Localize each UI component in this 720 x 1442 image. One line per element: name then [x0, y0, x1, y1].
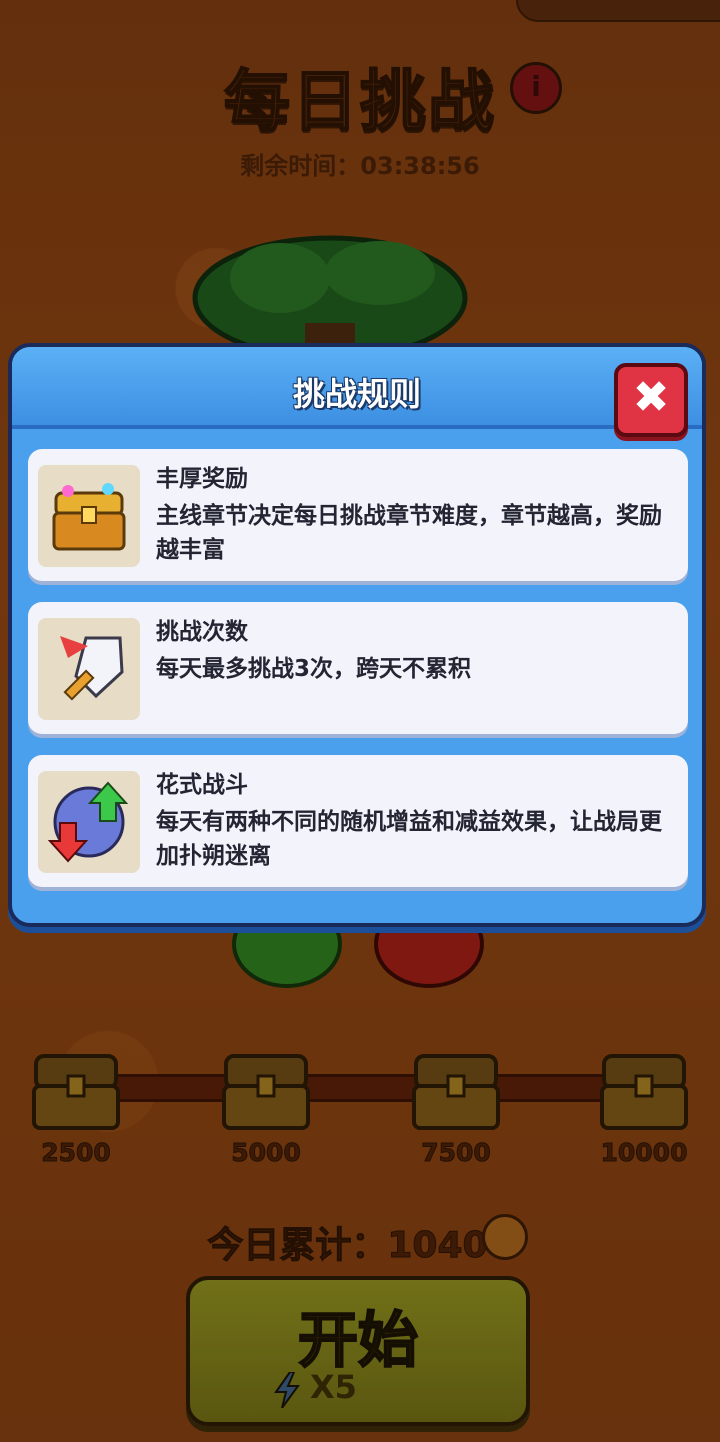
- buff-debuff-icon: [38, 771, 140, 873]
- rule-card-reward: 丰厚奖励 主线章节决定每日挑战章节难度，章节越高，奖励越丰富: [28, 449, 688, 581]
- modal-title: 挑战规则: [292, 375, 421, 413]
- rule-description: 每天有两种不同的随机增益和减益效果，让战局更加扑朔迷离: [156, 809, 662, 869]
- rule-title: 花式战斗: [156, 772, 248, 798]
- rules-modal: 挑战规则 ✖ 丰厚奖励 主线章节决定每日挑战章节难度，章节越高，奖励越丰富 挑战…: [8, 343, 706, 927]
- rule-card-battle: 花式战斗 每天有两种不同的随机增益和减益效果，让战局更加扑朔迷离: [28, 755, 688, 887]
- close-button[interactable]: ✖: [614, 363, 688, 437]
- rule-description: 主线章节决定每日挑战章节难度，章节越高，奖励越丰富: [156, 503, 662, 563]
- rule-description: 每天最多挑战3次，跨天不累积: [156, 656, 472, 682]
- treasure-chest-icon: [38, 465, 140, 567]
- rule-title: 丰厚奖励: [156, 466, 248, 492]
- rule-title: 挑战次数: [156, 619, 248, 645]
- sword-icon: [38, 618, 140, 720]
- rule-card-attempts: 挑战次数 每天最多挑战3次，跨天不累积: [28, 602, 688, 734]
